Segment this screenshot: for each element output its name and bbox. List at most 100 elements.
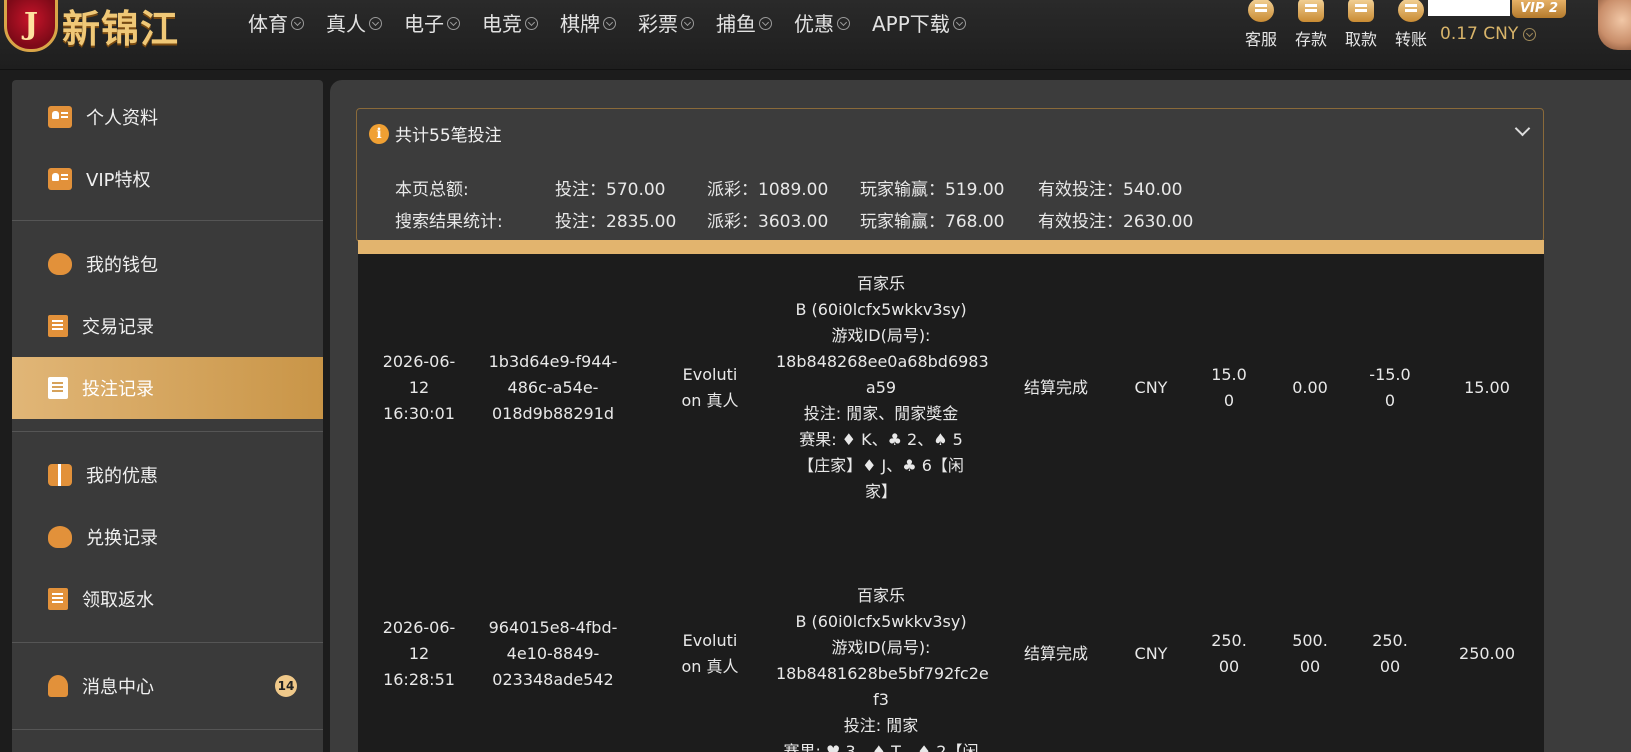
chevron-down-icon (291, 16, 304, 30)
chevron-down-icon (952, 16, 966, 30)
sidebar-item-label: VIP特权 (86, 170, 151, 191)
nav-label: 捕鱼 (716, 11, 756, 36)
nav-label: 棋牌 (560, 11, 600, 36)
avatar[interactable] (1598, 0, 1631, 50)
summary-payout: 派彩：3603.00 (707, 212, 829, 232)
logo-badge: J (4, 0, 58, 52)
deposit-button[interactable]: 存款 (1286, 0, 1336, 50)
nav-item-sports[interactable]: 体育 (248, 6, 304, 38)
bet-status: 结算完成 (1023, 378, 1089, 397)
customer-service-button[interactable]: 客服 (1236, 0, 1286, 50)
summary-valid-bet: 有效投注：2630.00 (1038, 212, 1194, 232)
order-id: 1b3d64e9-f944- 486c-a54e- 018d9b88291d (488, 352, 618, 423)
action-label: 转账 (1394, 30, 1427, 49)
account-actions: 客服 存款 取款 转账 (1236, 0, 1436, 50)
sidebar-item-wallet[interactable]: 我的钱包 (12, 233, 323, 295)
sidebar: 个人资料 VIP特权 我的钱包 交易记录 投注记录 我的优惠 兑换记录 领取返水… (12, 80, 323, 752)
document-icon (48, 588, 68, 610)
platform: Evoluti on 真人 (681, 365, 739, 410)
nav-item-promotions[interactable]: 优惠 (794, 6, 850, 38)
bet-detail: 百家乐 B (60i0lcfx5wkkv3sy) 游戏ID(局号): 18b84… (776, 274, 989, 501)
sidebar-item-label: 我的优惠 (86, 466, 158, 487)
bet-records-table: 2026-06- 12 16:30:01 1b3d64e9-f944- 486c… (358, 254, 1544, 752)
sidebar-item-rebates[interactable]: 领取返水 (12, 568, 323, 630)
summary-payout: 派彩：1089.00 (707, 180, 829, 200)
balance-value: 0.17 CNY (1440, 24, 1519, 44)
nav-item-cards[interactable]: 棋牌 (560, 6, 616, 38)
action-label: 客服 (1244, 30, 1277, 49)
info-icon: i (369, 123, 389, 144)
bet-amount: 250. 00 (1211, 631, 1247, 676)
table-row: 2026-06- 12 16:28:51 964015e8-4fbd- 4e10… (358, 520, 1544, 752)
payout-amount: 0.00 (1292, 378, 1328, 397)
sidebar-item-vip[interactable]: VIP特权 (12, 148, 323, 210)
sidebar-item-messages[interactable]: 消息中心 14 (12, 655, 323, 717)
payout-amount: 500. 00 (1292, 631, 1328, 676)
money-bag-icon (48, 526, 72, 548)
chevron-down-icon (525, 16, 538, 30)
nav-item-fishing[interactable]: 捕鱼 (716, 6, 772, 38)
sidebar-item-label: 投注记录 (82, 379, 154, 400)
site-logo[interactable]: J 新锦江 (0, 0, 220, 52)
withdraw-button[interactable]: 取款 (1336, 0, 1386, 50)
balance-dropdown[interactable]: 0.17 CNY (1440, 24, 1537, 44)
document-icon (48, 315, 68, 337)
summary-bet: 投注：2835.00 (555, 212, 677, 232)
chevron-down-icon (837, 16, 850, 30)
sidebar-item-redemptions[interactable]: 兑换记录 (12, 506, 323, 568)
sidebar-item-bet-records[interactable]: 投注记录 (12, 357, 323, 419)
top-bar: J 新锦江 体育 真人 电子 电竞 棋牌 彩票 捕鱼 优惠 APP下载 客服 存… (0, 0, 1631, 70)
withdraw-icon (1348, 0, 1374, 22)
piggy-bank-icon (48, 253, 72, 275)
customer-service-icon (1248, 0, 1274, 22)
nav-item-live[interactable]: 真人 (326, 6, 382, 38)
nav-label: 电竞 (482, 11, 522, 36)
vip-badge: VIP 2 (1512, 0, 1566, 18)
chevron-down-icon (681, 16, 694, 30)
sidebar-item-transactions[interactable]: 交易记录 (12, 295, 323, 357)
bet-detail: 百家乐 B (60i0lcfx5wkkv3sy) 游戏ID(局号): 18b84… (776, 586, 989, 752)
bet-amount: 15.0 0 (1211, 365, 1247, 410)
nav-item-app-download[interactable]: APP下载 (872, 6, 966, 38)
id-card-icon (48, 106, 72, 128)
nav-label: APP下载 (872, 11, 950, 36)
nav-label: 真人 (326, 11, 366, 36)
document-icon (48, 377, 68, 399)
table-row: 2026-06- 12 16:30:01 1b3d64e9-f944- 486c… (358, 254, 1544, 520)
gift-icon (48, 464, 72, 486)
sidebar-item-profile[interactable]: 个人资料 (12, 86, 323, 148)
summary-label: 搜索结果统计: (395, 212, 503, 232)
nav-item-esports[interactable]: 电竞 (482, 6, 538, 38)
valid-bet-amount: 15.00 (1464, 378, 1510, 397)
chevron-down-icon (1523, 27, 1537, 41)
table-header-strip (358, 240, 1544, 254)
sidebar-item-my-promotions[interactable]: 我的优惠 (12, 444, 323, 506)
collapse-chevron-icon[interactable] (1515, 123, 1529, 137)
transfer-icon (1398, 0, 1424, 22)
sidebar-item-label: 个人资料 (86, 108, 158, 129)
chevron-down-icon (369, 16, 382, 30)
winloss-amount: -15.0 0 (1369, 365, 1411, 410)
sidebar-item-label: 消息中心 (82, 677, 154, 698)
summary-label: 本页总额: (395, 180, 469, 200)
deposit-icon (1298, 0, 1324, 22)
bet-time: 2026-06- 12 16:30:01 (382, 352, 456, 423)
nav-item-lottery[interactable]: 彩票 (638, 6, 694, 38)
sidebar-item-label: 领取返水 (82, 590, 154, 611)
winloss-amount: 250. 00 (1372, 631, 1408, 676)
bet-status: 结算完成 (1023, 644, 1089, 663)
bell-icon (48, 675, 68, 697)
sidebar-item-label: 我的钱包 (86, 255, 158, 276)
summary-title: 共计55笔投注 (395, 126, 502, 146)
summary-header: i 共计55笔投注 (369, 121, 502, 146)
sidebar-item-label: 交易记录 (82, 317, 154, 338)
nav-item-slots[interactable]: 电子 (404, 6, 460, 38)
chevron-down-icon (603, 16, 616, 30)
main-nav: 体育 真人 电子 电竞 棋牌 彩票 捕鱼 优惠 APP下载 (248, 6, 988, 38)
id-card-icon (48, 168, 72, 190)
username-field (1428, 0, 1510, 16)
valid-bet-amount: 250.00 (1459, 644, 1515, 663)
unread-count-badge: 14 (275, 675, 297, 697)
currency: CNY (1134, 378, 1168, 397)
action-label: 存款 (1294, 30, 1327, 49)
